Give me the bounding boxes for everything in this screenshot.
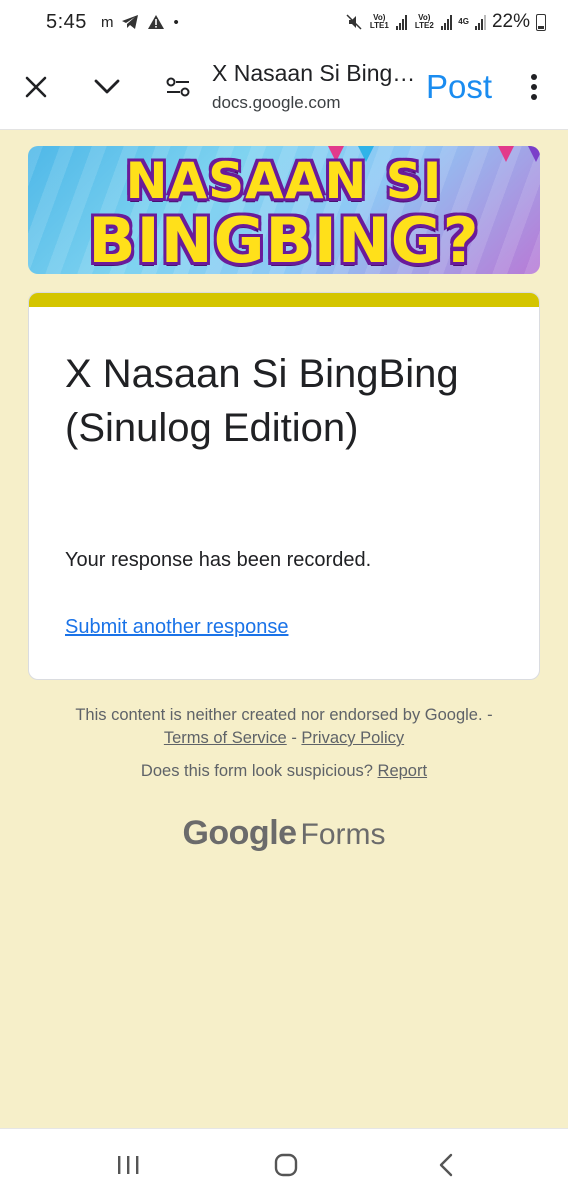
card-accent-bar	[29, 293, 539, 307]
disclaimer: This content is neither created nor endo…	[0, 704, 568, 750]
disclaimer-text: This content is neither created nor endo…	[75, 706, 493, 724]
post-button[interactable]: Post	[426, 68, 492, 106]
battery-icon	[536, 13, 546, 31]
home-button[interactable]	[266, 1149, 306, 1181]
footer-separator: -	[291, 729, 297, 747]
page-url: docs.google.com	[212, 93, 341, 112]
close-button[interactable]	[16, 67, 56, 107]
notification-m-icon: m	[100, 13, 114, 31]
submit-another-response-link[interactable]: Submit another response	[65, 616, 288, 639]
more-vert-icon	[531, 74, 537, 100]
brand-forms: Forms	[300, 818, 386, 851]
chevron-down-icon	[94, 79, 120, 94]
sim1-label: Vo) LTE1	[369, 13, 389, 30]
report-link[interactable]: Report	[378, 762, 428, 780]
page-title-area: X Nasaan Si BingBing (Sinulog Edition) d…	[212, 60, 422, 113]
google-forms-logo[interactable]: Google Forms	[0, 814, 568, 853]
system-navigation-bar	[0, 1128, 568, 1200]
report-row: Does this form look suspicious? Report	[0, 762, 568, 781]
form-header-banner: NASAAN SI BINGBING?	[28, 146, 540, 274]
warning-icon	[148, 15, 165, 29]
banner-line-1: NASAAN SI	[125, 152, 443, 210]
signal-1-icon	[396, 14, 408, 30]
banner-line-2: BINGBING?	[88, 204, 480, 274]
mute-icon	[346, 14, 362, 30]
minimize-button[interactable]	[87, 67, 127, 107]
status-bar: 5:45 m • Vo) LTE1 Vo) LTE2 4G 22%	[0, 0, 568, 44]
confirmation-card: X Nasaan Si BingBing (Sinulog Edition) Y…	[28, 292, 540, 680]
recent-apps-icon	[118, 1156, 139, 1174]
site-settings-button[interactable]	[158, 67, 198, 107]
sim2-label: Vo) LTE2	[414, 13, 434, 30]
status-right: Vo) LTE1 Vo) LTE2 4G 22%	[346, 11, 546, 33]
telegram-icon	[122, 15, 139, 29]
signal-3-icon	[474, 14, 486, 30]
recent-apps-button[interactable]	[108, 1149, 148, 1181]
suspicious-text: Does this form look suspicious?	[140, 762, 373, 780]
confirmation-message: Your response has been recorded.	[65, 549, 372, 571]
notification-icons: m •	[101, 14, 179, 31]
back-icon	[439, 1153, 453, 1177]
signal-2-icon	[441, 14, 453, 30]
notification-dot-icon: •	[173, 13, 179, 31]
page-title: X Nasaan Si BingBing (Sinulog Edition)	[212, 60, 422, 86]
tune-icon	[166, 77, 190, 97]
more-options-button[interactable]	[514, 67, 554, 107]
privacy-policy-link[interactable]: Privacy Policy	[301, 729, 404, 747]
form-title: X Nasaan Si BingBing (Sinulog Edition)	[65, 352, 459, 450]
back-button[interactable]	[426, 1149, 466, 1181]
terms-of-service-link[interactable]: Terms of Service	[164, 729, 287, 747]
home-icon	[274, 1153, 298, 1177]
status-time: 5:45	[46, 10, 87, 33]
network-label: 4G	[458, 17, 469, 26]
close-icon	[25, 76, 47, 98]
battery-percent: 22%	[491, 11, 530, 32]
brand-google: Google	[182, 814, 297, 852]
custom-tab-toolbar: X Nasaan Si BingBing (Sinulog Edition) d…	[0, 44, 568, 130]
